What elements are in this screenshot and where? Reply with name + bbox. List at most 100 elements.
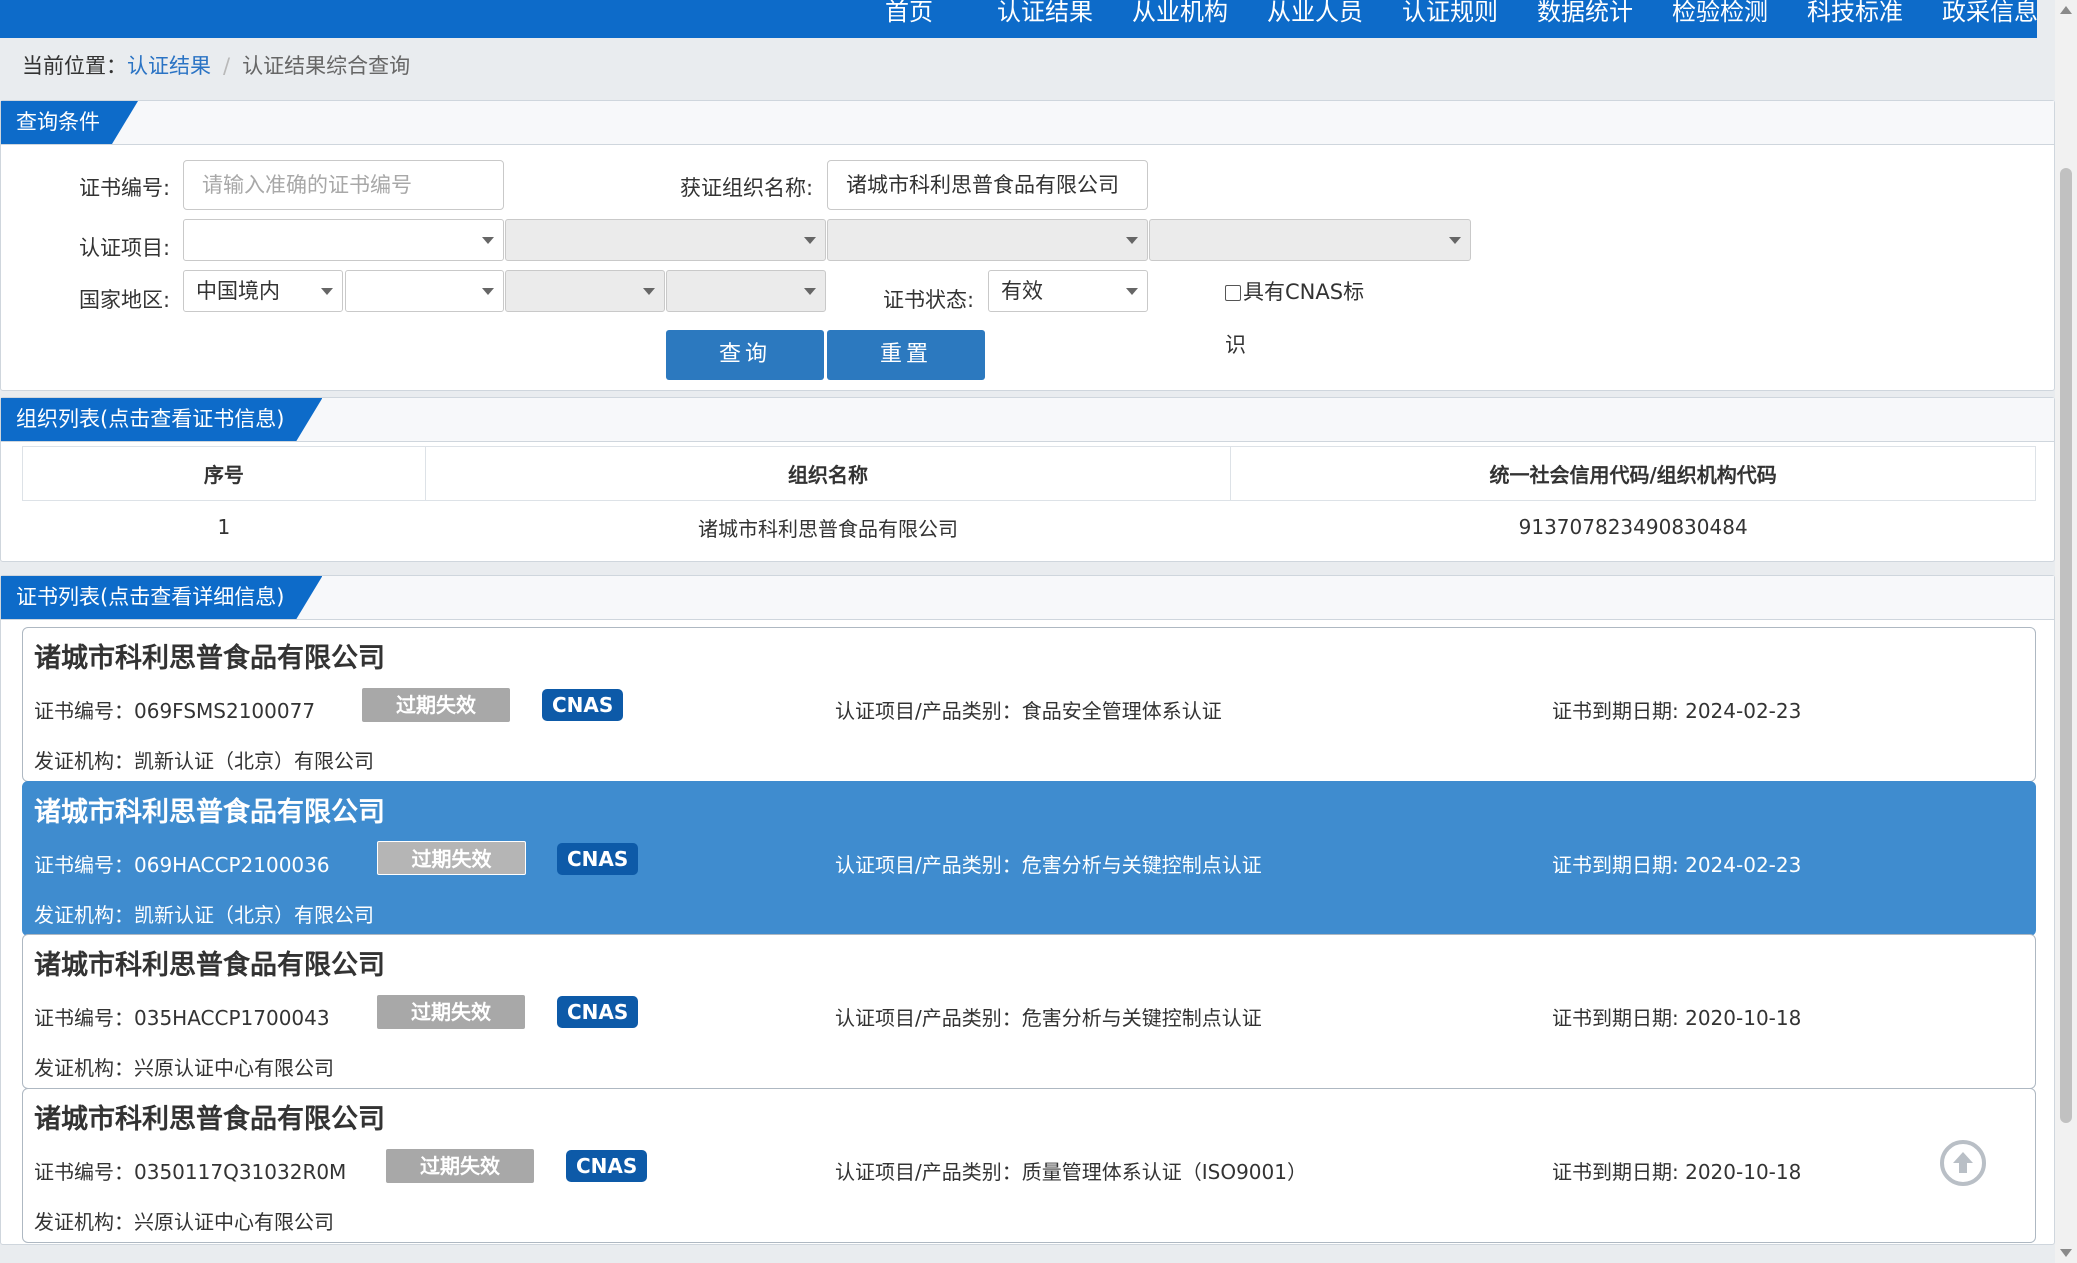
- cert-card-expiry: 证书到期日期: 2024-02-23: [1552, 699, 1802, 723]
- chevron-down-icon: [804, 288, 816, 295]
- cert-card-org: 诸城市科利思普食品有限公司: [34, 643, 385, 674]
- breadcrumb-separator: /: [223, 54, 231, 78]
- cnas-checkbox-option[interactable]: 具有CNAS标识: [1225, 266, 1375, 372]
- breadcrumb-current: 认证结果综合查询: [242, 54, 411, 78]
- cert-status-label: 证书状态:: [883, 288, 975, 312]
- region-label: 国家地区:: [79, 288, 171, 312]
- cert-no-label: 证书编号:: [79, 176, 171, 200]
- org-row-code: 913707823490830484: [1518, 515, 1748, 540]
- org-row-index: 1: [217, 515, 231, 540]
- top-nav-bar: 首页 认证结果 从业机构 从业人员 认证规则 数据统计 检验检测 科技标准 政采…: [0, 0, 2038, 38]
- cert-status-select-value: 有效: [1001, 279, 1043, 303]
- cert-status-select[interactable]: 有效: [988, 270, 1148, 312]
- cnas-checkbox-label: 具有CNAS标识: [1225, 280, 1365, 357]
- status-badge: 过期失效: [362, 688, 510, 722]
- cnas-badge: CNAS: [557, 996, 639, 1028]
- status-badge: 过期失效: [386, 1149, 534, 1183]
- nav-item-home[interactable]: 首页: [885, 0, 933, 32]
- region-select-value: 中国境内: [196, 279, 280, 303]
- cert-card-expiry: 证书到期日期: 2024-02-23: [1552, 853, 1802, 877]
- nav-item-personnel[interactable]: 从业人员: [1267, 0, 1363, 32]
- org-table-header-name: 组织名称: [424, 446, 1232, 501]
- scroll-up-arrow-icon[interactable]: [2060, 6, 2072, 14]
- cnas-badge: CNAS: [557, 843, 639, 875]
- org-row-name[interactable]: 诸城市科利思普食品有限公司: [425, 501, 1231, 554]
- search-button[interactable]: 查询: [666, 330, 824, 380]
- nav-item-procurement[interactable]: 政采信息: [1942, 0, 2038, 32]
- scroll-down-arrow-icon[interactable]: [2060, 1249, 2072, 1257]
- nav-item-standards[interactable]: 科技标准: [1807, 0, 1903, 32]
- cert-card-project: 认证项目/产品类别：危害分析与关键控制点认证: [835, 853, 1262, 877]
- chevron-down-icon: [482, 237, 494, 244]
- query-panel: 查询条件 证书编号: 获证组织名称: 诸城市科利思普食品有限公司 认证项目: 国…: [0, 100, 2055, 391]
- cert-card-expiry: 证书到期日期: 2020-10-18: [1552, 1160, 1802, 1184]
- table-row[interactable]: 1 诸城市科利思普食品有限公司 913707823490830484: [23, 501, 2036, 554]
- cert-card-issuer: 发证机构：凯新认证（北京）有限公司: [34, 903, 374, 927]
- org-table: 序号 组织名称 统一社会信用代码/组织机构代码 1 诸城市科利思普食品有限公司 …: [22, 446, 2036, 554]
- cert-card[interactable]: 诸城市科利思普食品有限公司 证书编号：035HACCP1700043 过期失效 …: [22, 934, 2036, 1089]
- org-table-header-code: 统一社会信用代码/组织机构代码: [1230, 446, 2036, 501]
- chevron-down-icon: [1126, 288, 1138, 295]
- nav-item-cert-results[interactable]: 认证结果: [997, 0, 1093, 32]
- cert-project-select-3[interactable]: [827, 219, 1148, 261]
- cert-project-select-2[interactable]: [505, 219, 826, 261]
- org-name-input[interactable]: 诸城市科利思普食品有限公司: [827, 160, 1148, 210]
- cert-card-number: 证书编号：0350117Q31032R0M: [34, 1160, 347, 1184]
- org-list-panel: 组织列表(点击查看证书信息) 序号 组织名称 统一社会信用代码/组织机构代码 1…: [0, 397, 2055, 562]
- cert-card-org: 诸城市科利思普食品有限公司: [34, 797, 385, 828]
- cnas-badge: CNAS: [566, 1150, 648, 1182]
- cert-card[interactable]: 诸城市科利思普食品有限公司 证书编号：0350117Q31032R0M 过期失效…: [22, 1088, 2036, 1243]
- chevron-down-icon: [482, 288, 494, 295]
- city-select[interactable]: [505, 270, 665, 312]
- cert-card-number: 证书编号：035HACCP1700043: [34, 1006, 330, 1030]
- org-table-header-index: 序号: [22, 446, 426, 501]
- cert-card-org: 诸城市科利思普食品有限公司: [34, 1104, 385, 1135]
- cert-card-expiry: 证书到期日期: 2020-10-18: [1552, 1006, 1802, 1030]
- cert-project-select-4[interactable]: [1149, 219, 1471, 261]
- nav-item-rules[interactable]: 认证规则: [1402, 0, 1498, 32]
- scrollbar-thumb[interactable]: [2060, 168, 2072, 1123]
- org-list-panel-title: 组织列表(点击查看证书信息): [1, 398, 322, 441]
- cert-card-org: 诸城市科利思普食品有限公司: [34, 950, 385, 981]
- breadcrumb-prefix: 当前位置：: [22, 54, 127, 78]
- chevron-down-icon: [643, 288, 655, 295]
- breadcrumb-link-cert-results[interactable]: 认证结果: [127, 54, 211, 78]
- status-badge: 过期失效: [377, 841, 526, 875]
- back-to-top-button[interactable]: [1940, 1140, 1986, 1186]
- cert-list-panel: 证书列表(点击查看详细信息) 诸城市科利思普食品有限公司 证书编号：069FSM…: [0, 575, 2055, 1245]
- chevron-down-icon: [1126, 237, 1138, 244]
- query-panel-header: 查询条件: [1, 101, 2054, 145]
- cnas-badge: CNAS: [542, 689, 624, 721]
- cert-card[interactable]: 诸城市科利思普食品有限公司 证书编号：069FSMS2100077 过期失效 C…: [22, 627, 2036, 782]
- cnas-checkbox[interactable]: [1225, 285, 1241, 301]
- cert-list-panel-title: 证书列表(点击查看详细信息): [1, 576, 322, 619]
- cert-card-project: 认证项目/产品类别：食品安全管理体系认证: [835, 699, 1222, 723]
- cert-card-number: 证书编号：069HACCP2100036: [34, 853, 330, 877]
- cert-card-number: 证书编号：069FSMS2100077: [34, 699, 316, 723]
- cert-project-label: 认证项目:: [79, 236, 171, 260]
- chevron-down-icon: [1449, 237, 1461, 244]
- cert-card-issuer: 发证机构：兴原认证中心有限公司: [34, 1210, 334, 1234]
- viewport: 首页 认证结果 从业机构 从业人员 认证规则 数据统计 检验检测 科技标准 政采…: [0, 0, 2055, 1263]
- nav-item-statistics[interactable]: 数据统计: [1537, 0, 1633, 32]
- breadcrumb: 当前位置：认证结果 / 认证结果综合查询: [22, 50, 410, 80]
- cert-no-input[interactable]: [183, 160, 504, 210]
- chevron-down-icon: [804, 237, 816, 244]
- cert-card-project: 认证项目/产品类别：质量管理体系认证（ISO9001）: [835, 1160, 1307, 1184]
- district-select[interactable]: [666, 270, 826, 312]
- nav-item-agencies[interactable]: 从业机构: [1132, 0, 1228, 32]
- region-select[interactable]: 中国境内: [183, 270, 343, 312]
- cert-project-select-1[interactable]: [183, 219, 504, 261]
- cert-card[interactable]: 诸城市科利思普食品有限公司 证书编号：069HACCP2100036 过期失效 …: [22, 781, 2036, 936]
- arrow-up-circle-icon: [1953, 1152, 1973, 1173]
- query-panel-title: 查询条件: [1, 101, 138, 144]
- province-select[interactable]: [345, 270, 504, 312]
- reset-button[interactable]: 重置: [827, 330, 985, 380]
- chevron-down-icon: [321, 288, 333, 295]
- status-badge: 过期失效: [377, 995, 525, 1029]
- cert-list-panel-header: 证书列表(点击查看详细信息): [1, 576, 2054, 620]
- page-scrollbar[interactable]: [2055, 0, 2077, 1263]
- cert-card-issuer: 发证机构：凯新认证（北京）有限公司: [34, 749, 374, 773]
- org-list-panel-header: 组织列表(点击查看证书信息): [1, 398, 2054, 442]
- nav-item-inspection[interactable]: 检验检测: [1672, 0, 1768, 32]
